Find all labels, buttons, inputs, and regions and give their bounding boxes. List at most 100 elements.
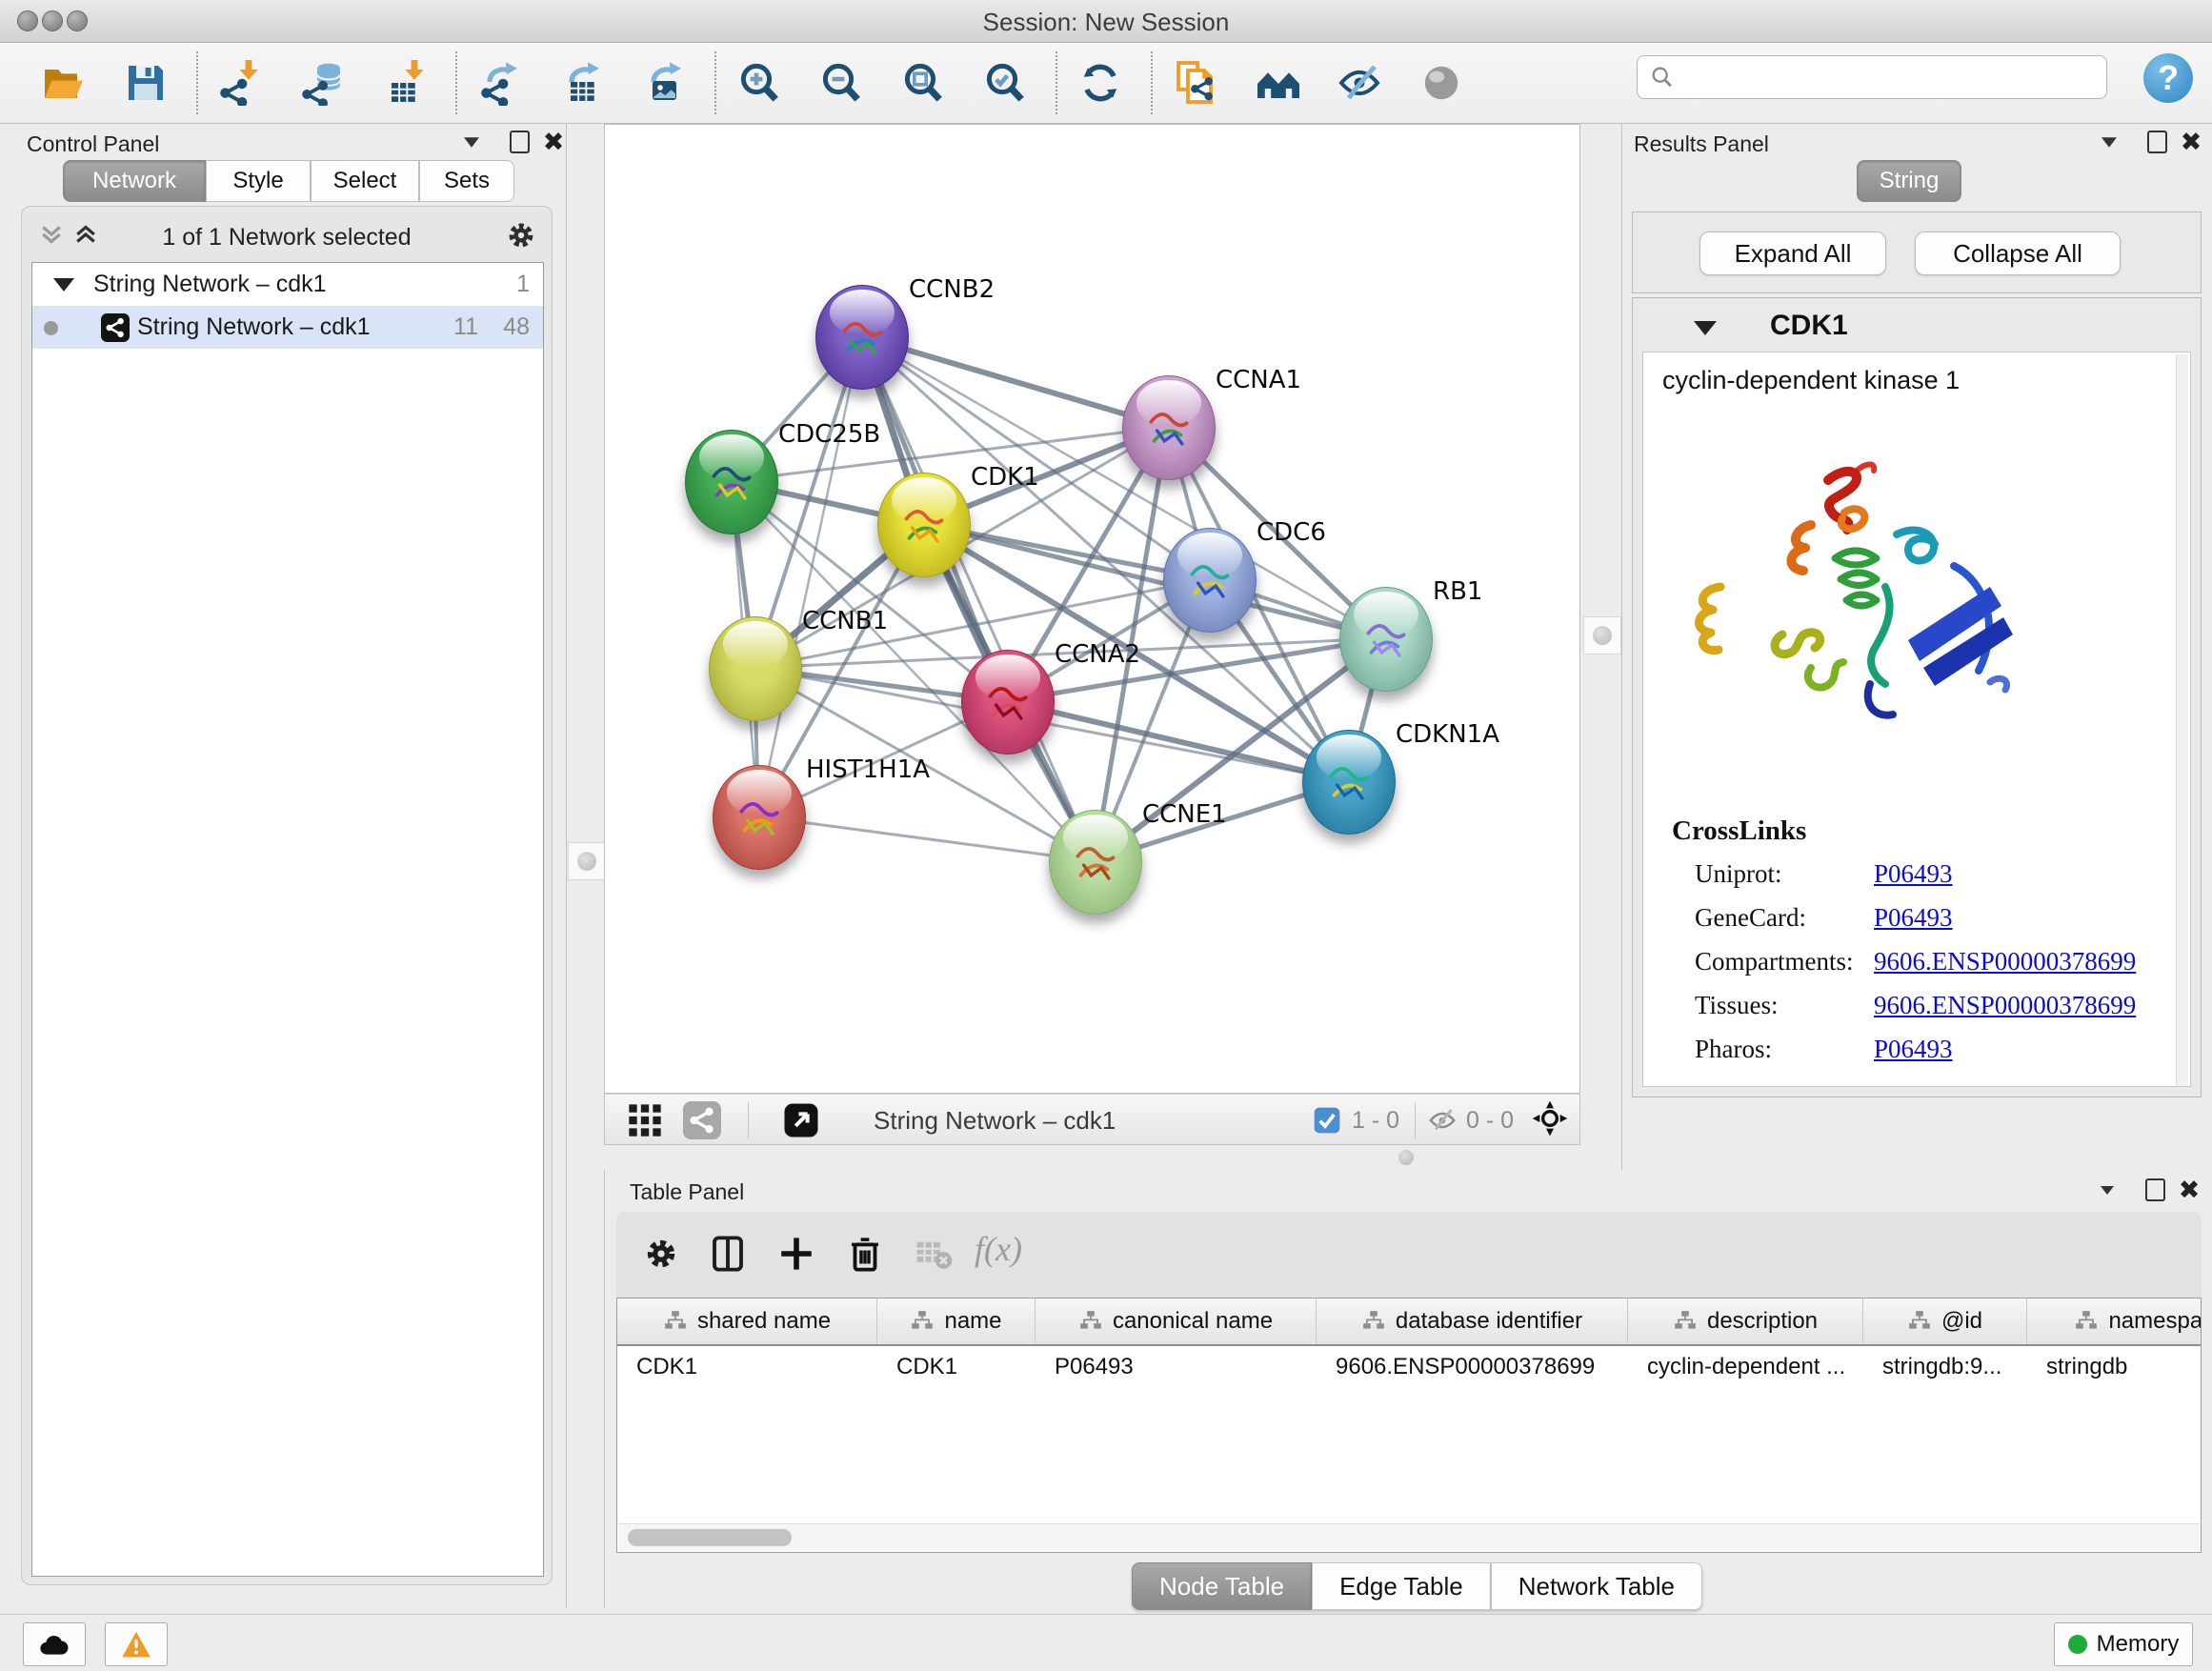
first-neighbors-button[interactable] — [1254, 57, 1301, 109]
tab-select[interactable]: Select — [311, 160, 419, 202]
column-header--id[interactable]: @id — [1863, 1299, 2027, 1344]
close-panel-icon[interactable]: ✖ — [2175, 1176, 2203, 1204]
network-canvas[interactable]: CCNB2 CCNA1 CDC25B CDK1 CDC6 — [604, 124, 1580, 1094]
tab-node-table[interactable]: Node Table — [1132, 1562, 1312, 1610]
zoom-fit-button[interactable] — [899, 57, 947, 109]
float-panel-icon[interactable] — [2141, 1176, 2169, 1204]
table-cell[interactable]: 9606.ENSP00000378699 — [1317, 1346, 1628, 1388]
table-horizontal-scrollbar[interactable] — [618, 1523, 2200, 1551]
node-CCNA1[interactable] — [1122, 375, 1216, 480]
close-panel-icon[interactable]: ✖ — [539, 128, 568, 156]
import-network-button[interactable] — [217, 57, 265, 109]
crosslink-link[interactable]: 9606.ENSP00000378699 — [1874, 947, 2136, 976]
add-column-icon[interactable] — [774, 1233, 818, 1277]
node-CCNA2[interactable] — [961, 650, 1055, 755]
save-session-button[interactable] — [122, 57, 170, 109]
close-panel-icon[interactable]: ✖ — [2177, 128, 2205, 156]
network-collection-row[interactable]: String Network – cdk1 1 — [32, 263, 543, 306]
left-splitter[interactable] — [566, 124, 605, 1608]
column-header-canonical-name[interactable]: canonical name — [1036, 1299, 1317, 1344]
expand-all-button[interactable]: Expand All — [1699, 232, 1886, 275]
table-cell[interactable]: stringdb — [2027, 1346, 2202, 1388]
tab-edge-table[interactable]: Edge Table — [1312, 1562, 1491, 1610]
node-CCNB1[interactable] — [709, 616, 802, 721]
crosslink-link[interactable]: P06493 — [1874, 903, 1953, 932]
crosslink-link[interactable]: P06493 — [1874, 1035, 1953, 1063]
import-table-button[interactable] — [381, 57, 429, 109]
tab-style[interactable]: Style — [206, 160, 311, 202]
birds-eye-view-icon[interactable] — [1531, 1099, 1569, 1137]
collapse-all-button[interactable]: Collapse All — [1915, 232, 2121, 275]
zoom-in-button[interactable] — [735, 57, 783, 109]
node-CDC25B[interactable] — [685, 430, 778, 534]
float-panel-icon[interactable] — [505, 128, 533, 156]
cloud-status-button[interactable] — [23, 1622, 86, 1666]
crosslink-link[interactable]: P06493 — [1874, 859, 1953, 888]
import-network-from-database-button[interactable] — [299, 57, 347, 109]
column-header-description[interactable]: description — [1628, 1299, 1863, 1344]
horizontal-splitter-handle[interactable] — [1398, 1150, 1414, 1165]
hide-selected-button[interactable] — [1336, 57, 1383, 109]
column-header-namespace[interactable]: namespace — [2027, 1299, 2202, 1344]
node-CCNE1[interactable] — [1049, 810, 1142, 915]
export-table-button[interactable] — [558, 57, 606, 109]
results-scrollbar[interactable] — [2176, 354, 2188, 1086]
column-header-shared-name[interactable]: shared name — [617, 1299, 877, 1344]
table-cell[interactable]: CDK1 — [877, 1346, 1036, 1388]
node-CDC6[interactable] — [1163, 528, 1257, 633]
section-expander-icon[interactable] — [1694, 321, 1717, 335]
table-row[interactable]: CDK1CDK1P064939606.ENSP00000378699cyclin… — [617, 1346, 2202, 1388]
open-view-in-window-icon[interactable] — [782, 1101, 820, 1139]
open-session-button[interactable] — [40, 57, 88, 109]
tab-string[interactable]: String — [1857, 160, 1961, 202]
tab-sets[interactable]: Sets — [419, 160, 514, 202]
collapse-panel-icon[interactable] — [457, 128, 486, 156]
zoom-selected-button[interactable] — [981, 57, 1029, 109]
help-button[interactable]: ? — [2143, 53, 2193, 103]
export-network-button[interactable] — [476, 57, 524, 109]
function-builder-icon[interactable]: f(x) — [975, 1229, 1022, 1269]
collapse-panel-icon[interactable] — [2093, 1176, 2122, 1204]
edge-HIST1H1A-CCNE1[interactable] — [758, 816, 1095, 861]
search-box[interactable] — [1637, 55, 2107, 99]
delete-table-icon[interactable] — [912, 1233, 955, 1277]
network-options-gear-icon[interactable] — [504, 218, 538, 257]
selected-checkbox-icon[interactable] — [1312, 1105, 1342, 1140]
crosslink-link[interactable]: 9606.ENSP00000378699 — [1874, 991, 2136, 1019]
node-RB1[interactable] — [1339, 587, 1433, 692]
node-CCNB2[interactable] — [815, 285, 909, 390]
collection-expander-icon[interactable] — [53, 278, 74, 292]
node-CDK1[interactable] — [877, 473, 971, 577]
new-network-from-selection-button[interactable] — [1172, 57, 1219, 109]
edge-CCNB2-HIST1H1A[interactable] — [758, 336, 861, 816]
table-cell[interactable]: cyclin-dependent ... — [1628, 1346, 1863, 1388]
right-splitter[interactable] — [1581, 124, 1621, 1170]
float-panel-icon[interactable] — [2142, 128, 2171, 156]
show-columns-icon[interactable] — [706, 1233, 750, 1277]
network-row[interactable]: String Network – cdk1 11 48 — [32, 306, 543, 349]
warnings-button[interactable] — [105, 1622, 168, 1666]
memory-status-button[interactable]: Memory — [2054, 1622, 2193, 1666]
show-all-button[interactable] — [1418, 57, 1465, 109]
tab-network-table[interactable]: Network Table — [1491, 1562, 1702, 1610]
table-options-gear-icon[interactable] — [639, 1233, 683, 1277]
collapse-panel-icon[interactable] — [2095, 128, 2123, 156]
show-grid-icon[interactable] — [626, 1101, 664, 1139]
table-cell[interactable]: CDK1 — [617, 1346, 877, 1388]
scrollbar-thumb[interactable] — [628, 1529, 792, 1546]
column-header-name[interactable]: name — [877, 1299, 1036, 1344]
apply-layout-button[interactable] — [1076, 57, 1124, 109]
search-input[interactable] — [1676, 57, 2106, 97]
export-image-button[interactable] — [640, 57, 688, 109]
right-splitter-handle[interactable] — [1583, 616, 1621, 654]
table-cell[interactable]: stringdb:9... — [1863, 1346, 2027, 1388]
node-CDKN1A[interactable] — [1302, 730, 1396, 835]
left-splitter-handle[interactable] — [568, 842, 606, 880]
column-header-database-identifier[interactable]: database identifier — [1317, 1299, 1628, 1344]
table-cell[interactable]: P06493 — [1036, 1346, 1317, 1388]
node-HIST1H1A[interactable] — [713, 765, 806, 870]
horizontal-splitter[interactable] — [604, 1146, 1580, 1170]
tab-network[interactable]: Network — [63, 160, 206, 202]
edge-CCNA2-CDKN1A[interactable] — [1007, 701, 1348, 781]
delete-column-icon[interactable] — [843, 1233, 887, 1277]
